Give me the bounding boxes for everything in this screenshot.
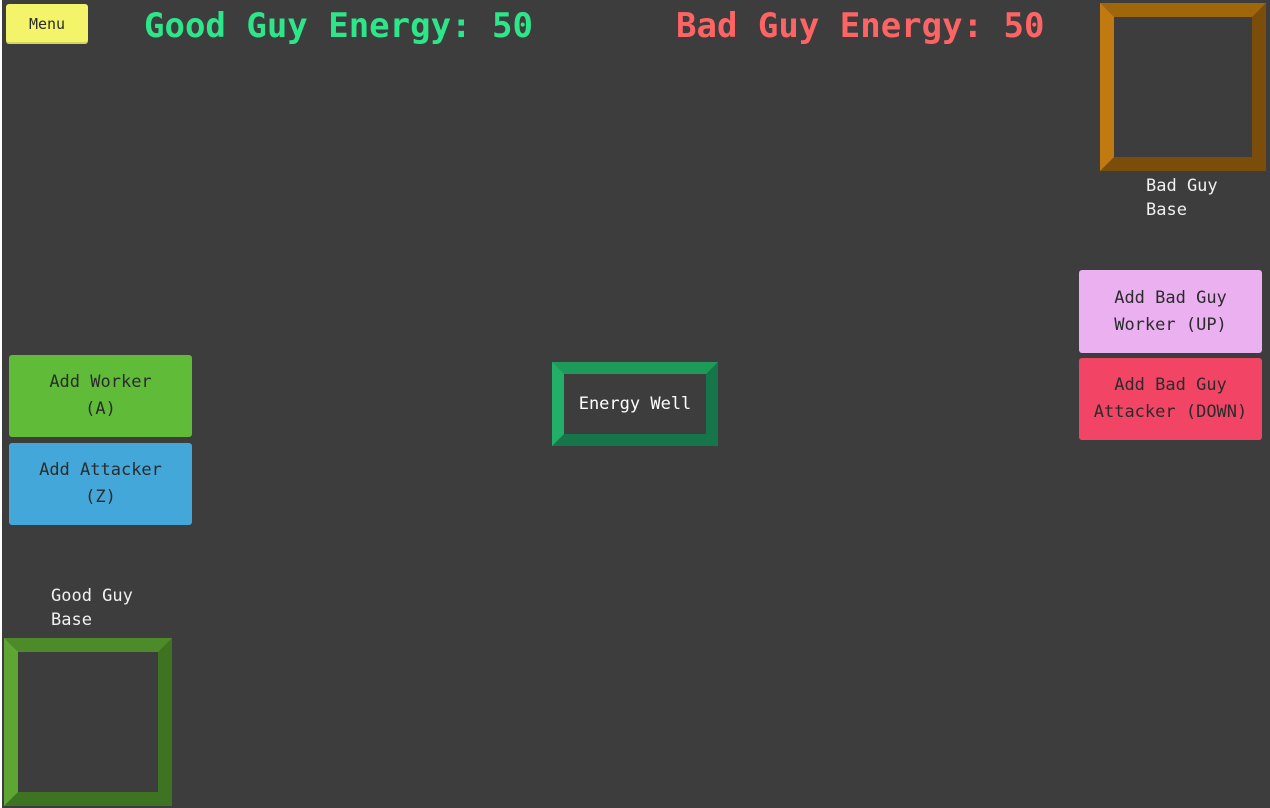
bad-guy-base — [1100, 3, 1266, 171]
add-bad-guy-worker-button[interactable]: Add Bad Guy Worker (UP) — [1079, 270, 1262, 353]
add-attacker-button[interactable]: Add Attacker (Z) — [9, 443, 192, 525]
energy-well: Energy Well — [552, 362, 718, 446]
good-guy-base — [4, 638, 172, 806]
game-canvas: Menu Good Guy Energy: 50 Bad Guy Energy:… — [2, 0, 1270, 808]
bad-guy-base-label: Bad Guy Base — [1146, 176, 1218, 220]
menu-button[interactable]: Menu — [6, 4, 88, 44]
good-guy-energy: Good Guy Energy: 50 — [144, 6, 533, 46]
energy-well-label: Energy Well — [578, 394, 692, 414]
bad-guy-energy: Bad Guy Energy: 50 — [676, 6, 1045, 46]
add-bad-guy-attacker-button[interactable]: Add Bad Guy Attacker (DOWN) — [1079, 358, 1262, 440]
add-worker-button[interactable]: Add Worker (A) — [9, 355, 192, 437]
good-guy-base-label: Good Guy Base — [51, 586, 133, 630]
